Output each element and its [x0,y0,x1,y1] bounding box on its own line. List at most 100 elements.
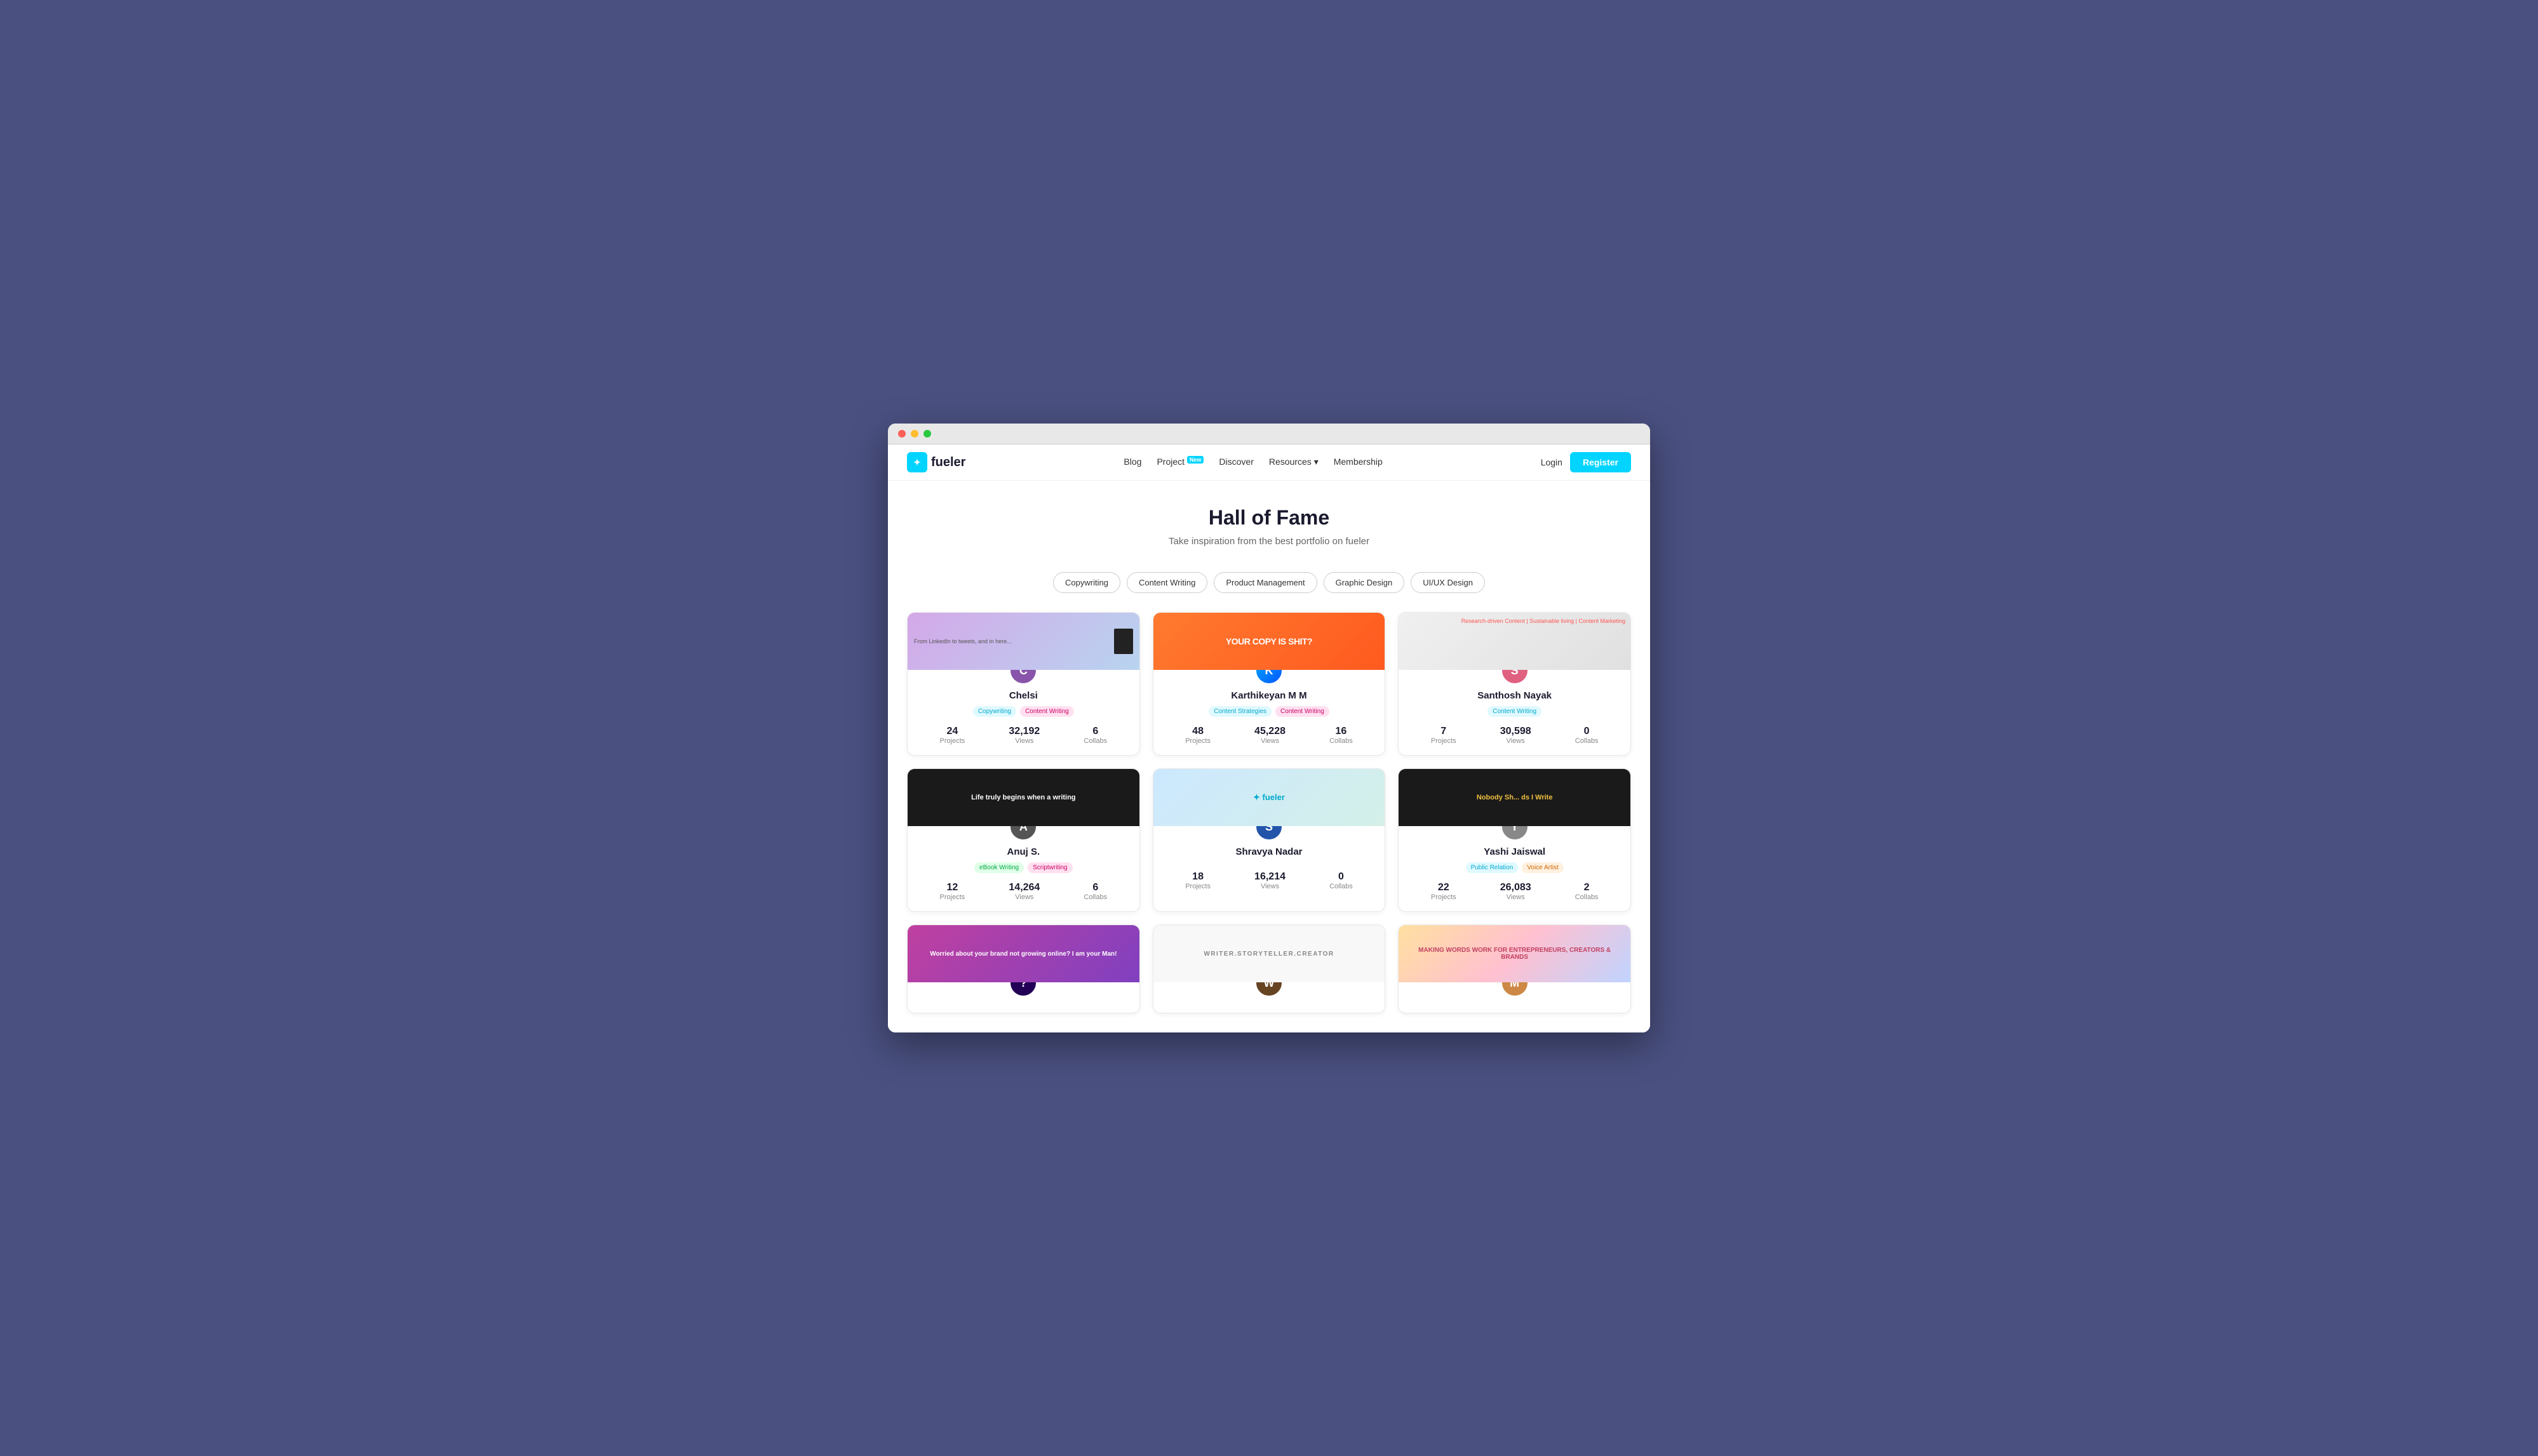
stats-shravya: 18 Projects 16,214 Views 0 Collabs [1164,871,1375,890]
filter-product-management[interactable]: Product Management [1214,572,1317,593]
card-name-anuj: Anuj S. [918,846,1129,857]
card-yashi[interactable]: Nobody Sh... ds I Write Y Yashi Jaiswal … [1398,768,1631,912]
nav-links: Blog Project New Discover Resources ▾ Me… [1124,457,1382,469]
logo[interactable]: ✦ fueler [907,452,965,472]
tags-karthik: Content Strategies Content Writing [1164,706,1375,717]
stats-karthik: 48 Projects 45,228 Views 16 Collabs [1164,726,1375,745]
stat-views-santhosh: 30,598 Views [1500,726,1531,745]
card-banner-anuj: Life truly begins when a writing [908,769,1139,826]
card-banner-shravya: ✦ fueler [1153,769,1385,826]
stat-collabs-yashi: 2 Collabs [1575,882,1599,901]
tag-content-writing: Content Writing [1020,706,1074,717]
card-body-anuj: A Anuj S. eBook Writing Scriptwriting 12… [908,812,1139,911]
tag-voice-artist: Voice Artist [1522,862,1563,873]
card-body-chelsi: C Chelsi Copywriting Content Writing 24 … [908,656,1139,755]
card-anuj[interactable]: Life truly begins when a writing A Anuj … [907,768,1140,912]
card-bottom1[interactable]: Worried about your brand not growing onl… [907,925,1140,1013]
banner-text-bottom1: Worried about your brand not growing onl… [930,951,1117,958]
card-karthik[interactable]: YOUR COPY IS SHIT? K Karthikeyan M M Con… [1153,612,1386,756]
navbar: ✦ fueler Blog Project New Discover Resou… [888,444,1650,481]
new-badge: New [1187,456,1204,464]
nav-blog[interactable]: Blog [1124,457,1141,467]
tag-content-writing-karthik: Content Writing [1275,706,1329,717]
tag-scriptwriting: Scriptwriting [1028,862,1072,873]
stats-anuj: 12 Projects 14,264 Views 6 Collabs [918,882,1129,901]
nav-right: Login Register [1541,452,1631,472]
stat-collabs-anuj: 6 Collabs [1084,882,1107,901]
tag-content-writing-santhosh: Content Writing [1487,706,1541,717]
logo-icon: ✦ [907,452,927,472]
card-banner-bottom1: Worried about your brand not growing onl… [908,925,1139,982]
card-name-shravya: Shravya Nadar [1164,846,1375,857]
nav-resources[interactable]: Resources ▾ [1269,457,1319,467]
nav-membership[interactable]: Membership [1334,457,1383,467]
filter-graphic-design[interactable]: Graphic Design [1324,572,1405,593]
hero-title: Hall of Fame [901,506,1637,530]
nav-project[interactable]: Project New [1157,457,1204,467]
banner-text-santhosh: Research-driven Content | Sustainable li… [1461,618,1625,624]
dot-green[interactable] [923,430,931,437]
card-banner-bottom3: MAKING WORDS WORK FOR ENTREPRENEURS, CRE… [1399,925,1630,982]
filter-uiux-design[interactable]: UI/UX Design [1411,572,1485,593]
tag-ebook-writing: eBook Writing [974,862,1024,873]
stat-collabs-chelsi: 6 Collabs [1084,726,1107,745]
tag-content-strategies: Content Strategies [1209,706,1272,717]
stat-views-chelsi: 32,192 Views [1009,726,1040,745]
tag-public-relation: Public Relation [1466,862,1519,873]
browser-titlebar [888,424,1650,444]
card-name-santhosh: Santhosh Nayak [1409,690,1620,701]
tags-chelsi: Copywriting Content Writing [918,706,1129,717]
card-body-karthik: K Karthikeyan M M Content Strategies Con… [1153,656,1385,755]
filter-copywriting[interactable]: Copywriting [1053,572,1120,593]
stat-views-yashi: 26,083 Views [1500,882,1531,901]
stat-views-shravya: 16,214 Views [1254,871,1286,890]
cards-grid: From LinkedIn to tweets, and in here... … [888,606,1650,1032]
login-button[interactable]: Login [1541,457,1562,467]
hero-section: Hall of Fame Take inspiration from the b… [888,481,1650,559]
card-banner-karthik: YOUR COPY IS SHIT? [1153,613,1385,670]
banner-decoration [1114,629,1133,654]
stat-collabs-shravya: 0 Collabs [1329,871,1353,890]
register-button[interactable]: Register [1570,452,1631,472]
stats-santhosh: 7 Projects 30,598 Views 0 Collabs [1409,726,1620,745]
stats-yashi: 22 Projects 26,083 Views 2 Collabs [1409,882,1620,901]
stat-views-karthik: 45,228 Views [1254,726,1286,745]
banner-text-anuj: Life truly begins when a writing [971,794,1075,801]
tags-anuj: eBook Writing Scriptwriting [918,862,1129,873]
card-santhosh[interactable]: Research-driven Content | Sustainable li… [1398,612,1631,756]
stat-collabs-santhosh: 0 Collabs [1575,726,1599,745]
card-name-karthik: Karthikeyan M M [1164,690,1375,701]
card-banner-santhosh: Research-driven Content | Sustainable li… [1399,613,1630,670]
hero-subtitle: Take inspiration from the best portfolio… [901,536,1637,547]
card-name-chelsi: Chelsi [918,690,1129,701]
browser-content: ✦ fueler Blog Project New Discover Resou… [888,444,1650,1032]
card-shravya[interactable]: ✦ fueler S Shravya Nadar 18 Projects [1153,768,1386,912]
card-bottom3[interactable]: MAKING WORDS WORK FOR ENTREPRENEURS, CRE… [1398,925,1631,1013]
stat-collabs-karthik: 16 Collabs [1329,726,1353,745]
banner-text-bottom2: WRITER.STORYTELLER.CREATOR [1204,951,1334,958]
banner-text-karthik: YOUR COPY IS SHIT? [1226,636,1312,646]
card-body-santhosh: S Santhosh Nayak Content Writing 7 Proje… [1399,656,1630,755]
stats-chelsi: 24 Projects 32,192 Views 6 Collabs [918,726,1129,745]
card-bottom2[interactable]: WRITER.STORYTELLER.CREATOR W [1153,925,1386,1013]
nav-discover[interactable]: Discover [1219,457,1253,467]
browser-window: ✦ fueler Blog Project New Discover Resou… [888,424,1650,1032]
card-name-yashi: Yashi Jaiswal [1409,846,1620,857]
stat-projects-santhosh: 7 Projects [1431,726,1456,745]
filter-content-writing[interactable]: Content Writing [1127,572,1207,593]
tag-copywriting: Copywriting [973,706,1016,717]
card-banner-bottom2: WRITER.STORYTELLER.CREATOR [1153,925,1385,982]
filter-tabs: Copywriting Content Writing Product Mana… [888,559,1650,606]
dot-red[interactable] [898,430,906,437]
card-chelsi[interactable]: From LinkedIn to tweets, and in here... … [907,612,1140,756]
stat-views-anuj: 14,264 Views [1009,882,1040,901]
stat-projects-chelsi: 24 Projects [940,726,965,745]
card-banner-chelsi: From LinkedIn to tweets, and in here... [908,613,1139,670]
dot-yellow[interactable] [911,430,918,437]
card-body-yashi: Y Yashi Jaiswal Public Relation Voice Ar… [1399,812,1630,911]
banner-text-yashi: Nobody Sh... ds I Write [1477,794,1553,801]
tags-yashi: Public Relation Voice Artist [1409,862,1620,873]
stat-projects-shravya: 18 Projects [1185,871,1211,890]
banner-text-chelsi: From LinkedIn to tweets, and in here... [914,638,1012,645]
logo-text: fueler [931,455,965,470]
